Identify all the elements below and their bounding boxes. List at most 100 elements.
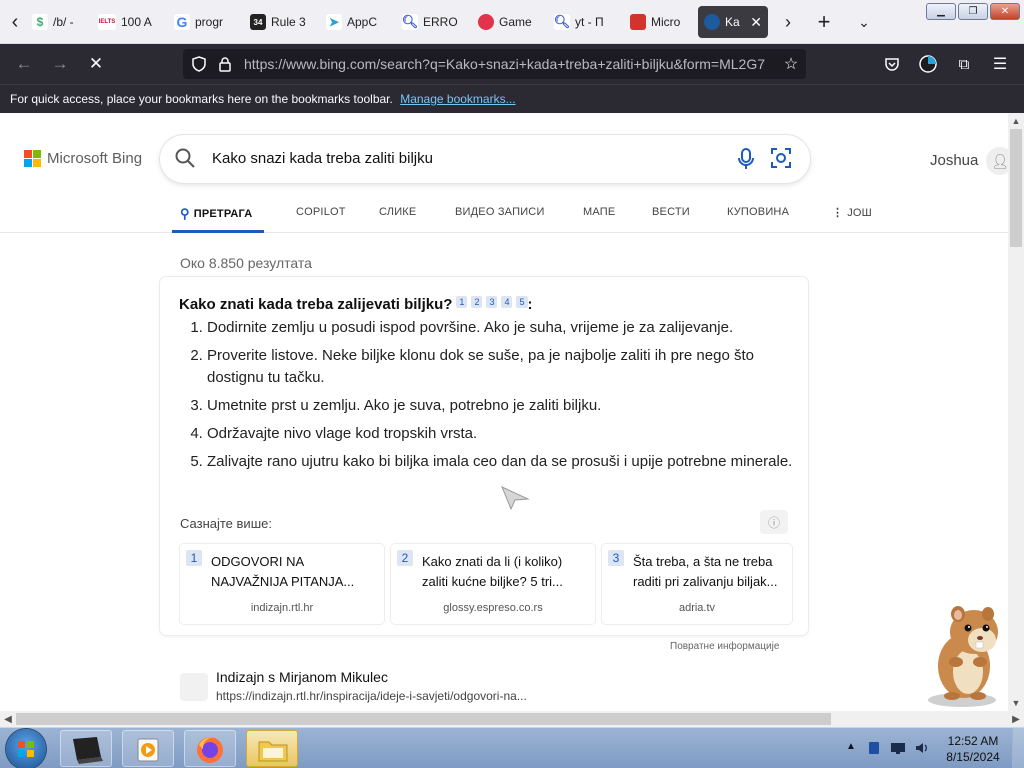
browser-tab-2[interactable]: IELTS 100 A (94, 6, 158, 38)
forward-icon[interactable]: → (48, 52, 72, 76)
tab-search[interactable]: ⚲ ПРЕТРАГА (180, 206, 252, 222)
taskbar-app-explorer[interactable] (246, 730, 298, 767)
terminal-icon (73, 737, 103, 764)
source-title: ODGOVORI NA NAJVAŽNIJA PITANJA... (211, 554, 355, 589)
tab-scroll-right-icon[interactable]: › (776, 10, 800, 34)
url-text[interactable]: https://www.bing.com/search?q=Kako+snazi… (244, 56, 779, 72)
tab-videos[interactable]: ВИДЕО ЗАПИСИ (455, 206, 545, 218)
citation-3[interactable]: 3 (486, 296, 498, 308)
lock-icon[interactable] (213, 52, 237, 76)
bing-logo[interactable]: Microsoft Bing (24, 150, 142, 167)
result-count: Око 8.850 резултата (180, 255, 312, 271)
source-card-3[interactable]: 3 Šta treba, a šta ne treba raditi pri z… (602, 544, 792, 624)
scroll-down-icon[interactable]: ▼ (1008, 695, 1024, 711)
list-item: Zalivajte rano ujutru kako bi biljka ima… (207, 451, 797, 473)
windows-taskbar: ▲ 12:52 AM 8/15/2024 (0, 727, 1024, 768)
source-domain: adria.tv (678, 602, 716, 614)
list-tabs-icon[interactable]: ⌄ (852, 10, 876, 34)
result-url[interactable]: https://indizajn.rtl.hr/inspiracija/idej… (216, 689, 527, 703)
address-bar[interactable]: https://www.bing.com/search?q=Kako+snazi… (183, 49, 806, 79)
pocket-icon[interactable] (880, 52, 904, 76)
start-button-icon[interactable] (6, 729, 46, 768)
citation-4[interactable]: 4 (501, 296, 513, 308)
tab-copilot[interactable]: COPILOT (296, 206, 346, 218)
menu-icon[interactable]: ☰ (988, 52, 1012, 76)
citation-2[interactable]: 2 (471, 296, 483, 308)
taskbar-app-1[interactable] (60, 730, 112, 767)
search-icon[interactable] (174, 147, 198, 171)
source-card-2[interactable]: 2 Kako znati da li (i koliko) zaliti kuć… (391, 544, 595, 624)
browser-tab-8[interactable]: 🔍︎ yt - П (550, 6, 612, 38)
bookmarks-toolbar: For quick access, place your bookmarks h… (0, 84, 1024, 113)
stop-loading-icon[interactable]: ✕ (84, 52, 108, 76)
browser-tab-9[interactable]: Micro (626, 6, 688, 38)
browser-tab-3[interactable]: G progr (170, 6, 232, 38)
feedback-link[interactable]: Повратне информације (670, 641, 779, 652)
browser-tab-active[interactable]: Kak ✕ (698, 6, 768, 38)
media-player-icon (137, 738, 159, 762)
scroll-thumb[interactable] (16, 713, 831, 725)
source-card-1[interactable]: 1 ODGOVORI NA NAJVAŽNIJA PITANJA... indi… (180, 544, 384, 624)
extensions-icon[interactable]: ⧉ (952, 52, 976, 76)
manage-bookmarks-link[interactable]: Manage bookmarks... (400, 92, 515, 106)
horizontal-scrollbar[interactable]: ◀ (0, 711, 1008, 727)
tracking-protection-icon[interactable] (187, 52, 211, 76)
answer-steps: Dodirnite zemlju u posudi ispod površine… (207, 317, 797, 479)
tab-more[interactable]: ⋮ ЈОШ (832, 206, 872, 220)
avatar-icon[interactable]: 👤︎ (986, 147, 1008, 175)
maximize-icon[interactable]: ❐ (958, 3, 988, 20)
browser-tab-7[interactable]: Game (474, 6, 536, 38)
tab-scroll-left-icon[interactable]: ‹ (4, 8, 26, 36)
account-icon[interactable] (916, 52, 940, 76)
show-hidden-icons-icon[interactable]: ▲ (846, 741, 856, 752)
citation-5[interactable]: 5 (516, 296, 528, 308)
result-site-name[interactable]: Indizajn s Mirjanom Mikulec (216, 669, 388, 685)
scroll-thumb[interactable] (1010, 129, 1022, 247)
rule34-icon: 34 (250, 14, 266, 30)
browser-tab-4[interactable]: 34 Rule 3 (246, 6, 308, 38)
search-box[interactable]: Kako snazi kada treba zaliti biljku (160, 135, 810, 183)
search-vertical-tabs: ⚲ ПРЕТРАГА COPILOT СЛИКЕ ВИДЕО ЗАПИСИ МА… (0, 199, 1008, 233)
taskbar-app-firefox[interactable] (184, 730, 236, 767)
new-tab-icon[interactable]: + (812, 9, 836, 34)
monitor-icon[interactable] (890, 740, 906, 756)
volume-icon[interactable] (914, 740, 930, 756)
system-clock[interactable]: 12:52 AM 8/15/2024 (940, 733, 1006, 765)
vertical-scrollbar[interactable]: ▲ ▼ (1008, 113, 1024, 711)
microsoft-logo-icon (24, 150, 41, 167)
browser-tab-6[interactable]: 🔍︎ ERRO (398, 6, 460, 38)
navigation-toolbar: ← → ✕ https://www.bing.com/search?q=Kako… (0, 44, 1024, 84)
user-name[interactable]: Joshua (930, 152, 978, 169)
search-input[interactable]: Kako snazi kada treba zaliti biljku (212, 150, 433, 167)
device-icon[interactable] (866, 740, 882, 756)
game-icon (478, 14, 494, 30)
browser-tab-5[interactable]: ➤ AppC (322, 6, 384, 38)
close-tab-icon[interactable]: ✕ (750, 14, 762, 31)
minimize-icon[interactable]: ▁ (926, 3, 956, 20)
source-domain: glossy.espreso.co.rs (443, 602, 543, 614)
cursor-icon (501, 486, 530, 511)
search-icon: 🔍︎ (401, 14, 419, 30)
close-window-icon[interactable]: ✕ (990, 3, 1020, 20)
bing-page: Microsoft Bing Kako snazi kada treba zal… (0, 113, 1008, 711)
tab-images[interactable]: СЛИКЕ (379, 206, 416, 218)
bookmark-star-icon[interactable]: ☆ (779, 52, 803, 76)
show-desktop-button[interactable] (1012, 728, 1024, 768)
scroll-up-icon[interactable]: ▲ (1008, 113, 1024, 129)
scroll-right-icon[interactable]: ▶ (1008, 711, 1024, 727)
clock-date: 8/15/2024 (946, 750, 1000, 764)
tab-news[interactable]: ВЕСТИ (652, 206, 690, 218)
answer-title: Kako znati kada treba zalijevati biljku?… (179, 296, 533, 313)
microphone-icon[interactable] (736, 147, 758, 171)
info-icon[interactable]: ⓘ (760, 510, 788, 534)
back-icon[interactable]: ← (12, 52, 36, 76)
browser-tab-1[interactable]: $ /b/ - (28, 6, 92, 38)
source-number: 2 (397, 550, 413, 566)
search-icon: ⚲ (180, 206, 190, 221)
tab-maps[interactable]: МАПЕ (583, 206, 615, 218)
taskbar-app-2[interactable] (122, 730, 174, 767)
tab-shopping[interactable]: КУПОВИНА (727, 206, 789, 218)
citation-1[interactable]: 1 (456, 296, 468, 308)
visual-search-icon[interactable] (770, 147, 794, 171)
scroll-left-icon[interactable]: ◀ (0, 711, 16, 727)
